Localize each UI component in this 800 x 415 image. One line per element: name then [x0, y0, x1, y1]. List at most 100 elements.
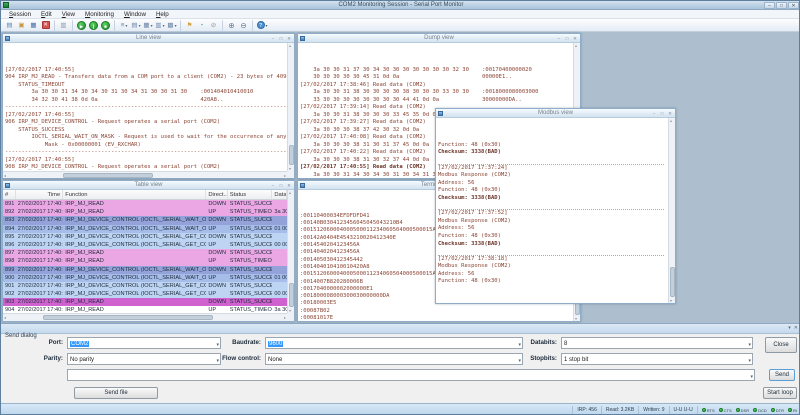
databits-label: Databits: — [530, 339, 557, 346]
column-header[interactable]: # — [3, 190, 16, 199]
close-icon[interactable]: ✕ — [286, 35, 292, 42]
terminal-view-toggle-icon[interactable]: ▥ ▾ — [155, 20, 166, 31]
table-body[interactable]: 891 27/02/2017 17:40:21 IRP_MJ_READ DOWN… — [3, 200, 287, 313]
table-row[interactable]: 894 27/02/2017 17:40:22 IRP_MJ_DEVICE_CO… — [3, 224, 287, 233]
send-dialog: Send dialog ▾ ✕ Port: COM2 ▾ Baudrate: 960… — [1, 323, 799, 403]
menu-session[interactable]: Session — [4, 10, 36, 19]
separator[interactable] — [222, 19, 224, 31]
modbus-line: Checksum: 3338(BAD) — [438, 149, 501, 156]
minimize-icon[interactable]: – — [270, 182, 276, 189]
table-row[interactable]: 900 27/02/2017 17:40:55 IRP_MJ_DEVICE_CO… — [3, 273, 287, 282]
modbus-view-titlebar[interactable]: Modbus view – □ ✕ — [436, 109, 675, 118]
stop-monitoring-icon[interactable]: ■ — [101, 20, 112, 31]
separator[interactable] — [180, 19, 182, 31]
menu-help[interactable]: Help — [151, 10, 174, 19]
modbus-view-content[interactable]: Function: 48 (0x30) Checksum: 3338(BAD) [2… — [436, 118, 668, 303]
minimize-icon[interactable]: – — [556, 35, 562, 42]
table-view-titlebar[interactable]: Table view – □ ✕ — [3, 181, 294, 190]
send-file-button[interactable]: Send file — [74, 387, 158, 399]
stopbits-select[interactable]: 1 stop bit ▾ — [561, 353, 753, 365]
maximize-icon[interactable]: □ — [564, 35, 570, 42]
table-row[interactable]: 897 27/02/2017 17:40:22 IRP_MJ_READ DOWN… — [3, 249, 287, 258]
separator[interactable] — [252, 19, 254, 31]
menu-window[interactable]: Window — [119, 10, 151, 19]
menu-monitoring[interactable]: Monitoring — [80, 10, 119, 19]
send-dialog-titlebar[interactable]: Send dialog ▾ ✕ — [1, 324, 799, 339]
send-button[interactable]: Send — [769, 369, 795, 381]
table-view-toggle-icon[interactable]: ▦ ▾ — [143, 20, 154, 31]
minimize-icon[interactable] — [764, 2, 775, 9]
column-header[interactable]: Status — [228, 190, 273, 199]
close-button[interactable]: Close — [765, 337, 797, 353]
port-settings: U-U U-U — [668, 405, 697, 414]
table-row[interactable]: 899 27/02/2017 17:40:22 IRP_MJ_DEVICE_CO… — [3, 265, 287, 274]
column-header[interactable]: Time — [16, 190, 64, 199]
pause-monitoring-icon[interactable]: ∥ — [89, 20, 100, 31]
column-header[interactable]: Data — [272, 190, 287, 199]
horizontal-scrollbar[interactable] — [3, 171, 287, 178]
vertical-scrollbar[interactable] — [287, 43, 294, 171]
signal-led: CTS — [718, 408, 732, 413]
maximize-icon[interactable]: □ — [659, 110, 665, 117]
export-icon[interactable]: ▥ — [59, 20, 70, 31]
separator[interactable] — [54, 19, 56, 31]
line-view-titlebar[interactable]: Line view – □ ✕ — [3, 34, 294, 43]
line-view-content[interactable]: [27/02/2017 17:40:55] 904 IRP_MJ_READ - T… — [3, 43, 287, 171]
table-row[interactable]: 893 27/02/2017 17:40:22 IRP_MJ_DEVICE_CO… — [3, 216, 287, 225]
zoom-in-icon[interactable]: ⊕ — [227, 20, 238, 31]
minimize-icon[interactable]: – — [270, 35, 276, 42]
vertical-scrollbar[interactable] — [287, 190, 294, 313]
maximize-icon[interactable]: □ — [278, 182, 284, 189]
open-session-icon[interactable]: ▣ — [17, 20, 28, 31]
dump-view-toggle-icon[interactable]: ▤ ▾ — [131, 20, 142, 31]
zoom-out-icon[interactable]: ⊖ — [239, 20, 250, 31]
line-view-toggle-icon[interactable]: ≡ ▾ — [119, 20, 130, 31]
modbus-line: Function: 48 (0x30) — [438, 141, 501, 148]
log-line: 3a 30 30 31 37 30 34 30 30 30 30 30 30 3… — [300, 66, 532, 73]
save-session-icon[interactable]: ▦ — [29, 20, 40, 31]
modbus-line: [27/02/2017 17:37:52] — [438, 210, 508, 217]
close-icon[interactable]: ✕ — [794, 325, 798, 331]
close-session-icon[interactable]: ✕ — [41, 20, 52, 31]
vertical-scrollbar[interactable] — [668, 118, 675, 303]
menu-view[interactable]: View — [57, 10, 80, 19]
signal-led: DTR — [770, 408, 784, 413]
help-icon[interactable]: ? ▾ — [256, 20, 268, 31]
horizontal-scrollbar[interactable] — [3, 313, 287, 321]
close-icon[interactable]: ✕ — [572, 35, 578, 42]
databits-select[interactable]: 8 ▾ — [561, 337, 753, 349]
table-row[interactable]: 901 27/02/2017 17:40:55 IRP_MJ_DEVICE_CO… — [3, 281, 287, 291]
table-row[interactable]: 903 27/02/2017 17:40:55 IRP_MJ_READ DOWN… — [3, 298, 287, 307]
maximize-icon[interactable] — [776, 2, 787, 9]
column-header[interactable]: Function — [63, 190, 207, 199]
table-header[interactable]: # Time Function Direct... Status Data — [3, 190, 287, 200]
start-monitoring-icon[interactable]: ▶ — [77, 20, 88, 31]
table-row[interactable]: 896 27/02/2017 17:40:22 IRP_MJ_DEVICE_CO… — [3, 240, 287, 250]
start-loop-button[interactable]: Start loop — [763, 387, 797, 399]
table-row[interactable]: 891 27/02/2017 17:40:21 IRP_MJ_READ DOWN… — [3, 200, 287, 209]
refresh-icon[interactable]: ⊘ — [209, 20, 220, 31]
send-text-input[interactable]: ▾ — [67, 369, 755, 381]
minimize-icon[interactable]: – — [651, 110, 657, 117]
new-session-icon[interactable]: ▤ — [5, 20, 16, 31]
table-row[interactable]: 892 27/02/2017 17:40:22 IRP_MJ_READ UP S… — [3, 208, 287, 217]
separator[interactable] — [72, 19, 74, 31]
table-row[interactable]: 902 27/02/2017 17:40:55 IRP_MJ_DEVICE_CO… — [3, 290, 287, 299]
modbus-line — [438, 203, 664, 211]
maximize-icon[interactable]: □ — [278, 35, 284, 42]
column-header[interactable]: Direct... — [206, 190, 228, 199]
filters-icon[interactable]: ⚑ — [185, 20, 196, 31]
parity-label: Parity: — [43, 355, 63, 362]
signal-led: DCD — [753, 408, 767, 413]
separator[interactable] — [114, 19, 116, 31]
pin-icon[interactable]: ▾ — [788, 325, 791, 331]
close-icon[interactable]: ✕ — [286, 182, 292, 189]
events-icon[interactable]: ◔ — [197, 20, 208, 31]
close-icon[interactable]: ✕ — [667, 110, 673, 117]
dump-view-titlebar[interactable]: Dump view – □ ✕ — [298, 34, 580, 43]
close-icon[interactable] — [788, 2, 799, 9]
table-row[interactable]: 895 27/02/2017 17:40:22 IRP_MJ_DEVICE_CO… — [3, 232, 287, 241]
table-row[interactable]: 898 27/02/2017 17:40:22 IRP_MJ_READ UP S… — [3, 257, 287, 266]
modbus-view-toggle-icon[interactable]: ▩ ▾ — [167, 20, 178, 31]
menu-edit[interactable]: Edit — [36, 10, 57, 19]
